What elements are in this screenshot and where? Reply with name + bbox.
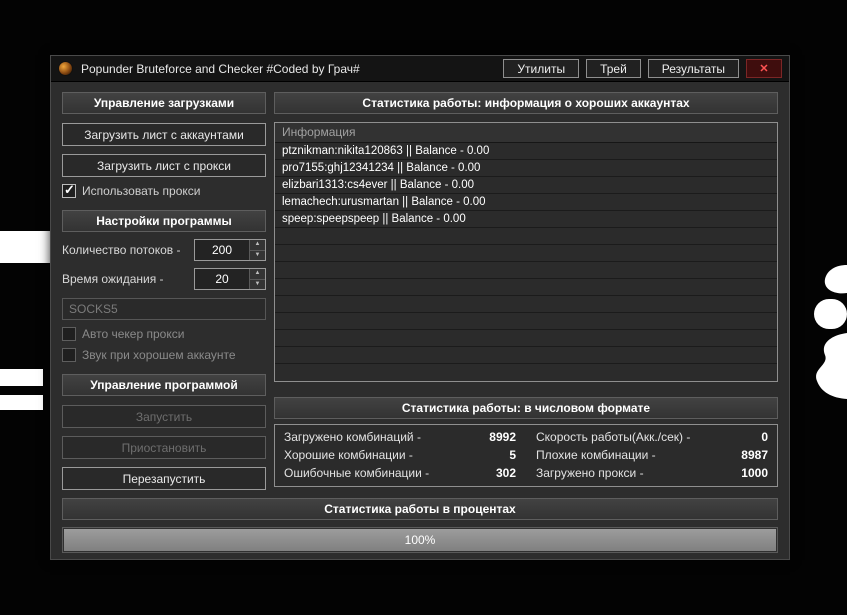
stat-loaded-combos: Загружено комбинаций - 8992 — [284, 430, 516, 444]
spinner-down-icon[interactable]: ▼ — [250, 279, 265, 289]
account-row-empty — [275, 279, 777, 296]
titlebar[interactable]: Popunder Bruteforce and Checker #Coded b… — [51, 56, 789, 82]
stat-value: 5 — [509, 448, 516, 462]
spinner-down-icon[interactable]: ▼ — [250, 250, 265, 260]
threads-value[interactable]: 200 — [195, 240, 249, 260]
account-row-empty — [275, 262, 777, 279]
stat-label: Хорошие комбинации - — [284, 448, 413, 462]
stat-error-combos: Ошибочные комбинации - 302 — [284, 466, 516, 480]
progress-section: Статистика работы в процентах 100% — [51, 490, 789, 553]
checkbox-unchecked-icon — [62, 327, 76, 341]
account-row-empty — [275, 296, 777, 313]
auto-proxy-label: Авто чекер прокси — [82, 327, 185, 341]
use-proxy-label: Использовать прокси — [82, 184, 201, 198]
checkbox-unchecked-icon — [62, 348, 76, 362]
stat-value: 8992 — [489, 430, 516, 444]
checkbox-checked-icon: ✓ — [62, 182, 76, 198]
stats-box: Загружено комбинаций - 8992 Скорость раб… — [274, 424, 778, 487]
background-shape — [814, 265, 847, 399]
spinner-up-icon[interactable]: ▲ — [250, 269, 265, 280]
control-group-header: Управление программой — [62, 374, 266, 396]
accounts-column-header: Информация — [275, 123, 777, 143]
accounts-group-header: Статистика работы: информация о хороших … — [274, 92, 778, 114]
timeout-value[interactable]: 20 — [195, 269, 249, 289]
timeout-label: Время ожидания - — [62, 272, 164, 286]
app-logo-icon — [58, 61, 73, 76]
spinner-up-icon[interactable]: ▲ — [250, 240, 265, 251]
stat-label: Плохие комбинации - — [536, 448, 656, 462]
timeout-row: Время ожидания - 20 ▲ ▼ — [62, 268, 266, 290]
desktop-background: Popunder Bruteforce and Checker #Coded b… — [0, 0, 847, 615]
pause-button[interactable]: Приостановить — [62, 436, 266, 459]
results-button[interactable]: Результаты — [647, 59, 739, 78]
account-row-empty — [275, 347, 777, 364]
settings-group-header: Настройки программы — [62, 210, 266, 232]
tray-button[interactable]: Трей — [586, 59, 641, 78]
stat-good-combos: Хорошие комбинации - 5 — [284, 448, 516, 462]
stat-value: 8987 — [741, 448, 768, 462]
use-proxy-checkbox[interactable]: ✓ Использовать прокси — [62, 182, 266, 198]
window-title: Popunder Bruteforce and Checker #Coded b… — [81, 61, 360, 76]
threads-stepper[interactable]: 200 ▲ ▼ — [194, 239, 266, 261]
account-row-empty — [275, 245, 777, 262]
account-row[interactable]: pro7155:ghj12341234 || Balance - 0.00 — [275, 160, 777, 177]
threads-row: Количество потоков - 200 ▲ ▼ — [62, 239, 266, 261]
progress-bar: 100% — [62, 527, 778, 553]
load-accounts-button[interactable]: Загрузить лист с аккаунтами — [62, 123, 266, 146]
timeout-stepper[interactable]: 20 ▲ ▼ — [194, 268, 266, 290]
account-row[interactable]: elizbari1313:cs4ever || Balance - 0.00 — [275, 177, 777, 194]
background-shape — [0, 369, 43, 386]
account-row[interactable]: ptznikman:nikita120863 || Balance - 0.00 — [275, 143, 777, 160]
stat-bad-combos: Плохие комбинации - 8987 — [536, 448, 768, 462]
progress-label: 100% — [404, 533, 436, 547]
account-row[interactable]: lemachech:urusmartan || Balance - 0.00 — [275, 194, 777, 211]
account-row-empty — [275, 228, 777, 245]
account-row-empty — [275, 364, 777, 381]
close-icon[interactable]: ✕ — [746, 59, 782, 78]
loads-group-header: Управление загрузками — [62, 92, 266, 114]
background-shape — [0, 395, 43, 410]
stat-label: Загружено комбинаций - — [284, 430, 421, 444]
stats-group-header: Статистика работы: в числовом формате — [274, 397, 778, 419]
stat-label: Загружено прокси - — [536, 466, 644, 480]
progress-group-header: Статистика работы в процентах — [62, 498, 778, 520]
stat-value: 0 — [761, 430, 768, 444]
sound-checkbox[interactable]: Звук при хорошем аккаунте — [62, 348, 266, 362]
left-panel: Управление загрузками Загрузить лист с а… — [62, 92, 266, 490]
proxy-type-field[interactable]: SOCKS5 — [62, 298, 266, 320]
restart-button[interactable]: Перезапустить — [62, 467, 266, 490]
load-proxy-button[interactable]: Загрузить лист с прокси — [62, 154, 266, 177]
stat-loaded-proxies: Загружено прокси - 1000 — [536, 466, 768, 480]
stat-value: 1000 — [741, 466, 768, 480]
account-row-empty — [275, 330, 777, 347]
utilities-button[interactable]: Утилиты — [503, 59, 580, 78]
sound-label: Звук при хорошем аккаунте — [82, 348, 236, 362]
start-button[interactable]: Запустить — [62, 405, 266, 428]
background-shape — [0, 231, 57, 263]
stat-value: 302 — [495, 466, 516, 480]
account-row-empty — [275, 313, 777, 330]
stat-speed: Скорость работы(Акк./сек) - 0 — [536, 430, 768, 444]
progress-fill: 100% — [64, 529, 776, 551]
stat-label: Ошибочные комбинации - — [284, 466, 430, 480]
stat-label: Скорость работы(Акк./сек) - — [536, 430, 691, 444]
accounts-list: Информация ptznikman:nikita120863 || Bal… — [274, 122, 778, 382]
threads-label: Количество потоков - — [62, 243, 181, 257]
auto-proxy-checkbox[interactable]: Авто чекер прокси — [62, 327, 266, 341]
account-row[interactable]: speep:speepspeep || Balance - 0.00 — [275, 211, 777, 228]
app-window: Popunder Bruteforce and Checker #Coded b… — [50, 55, 790, 560]
right-panel: Статистика работы: информация о хороших … — [274, 92, 778, 490]
